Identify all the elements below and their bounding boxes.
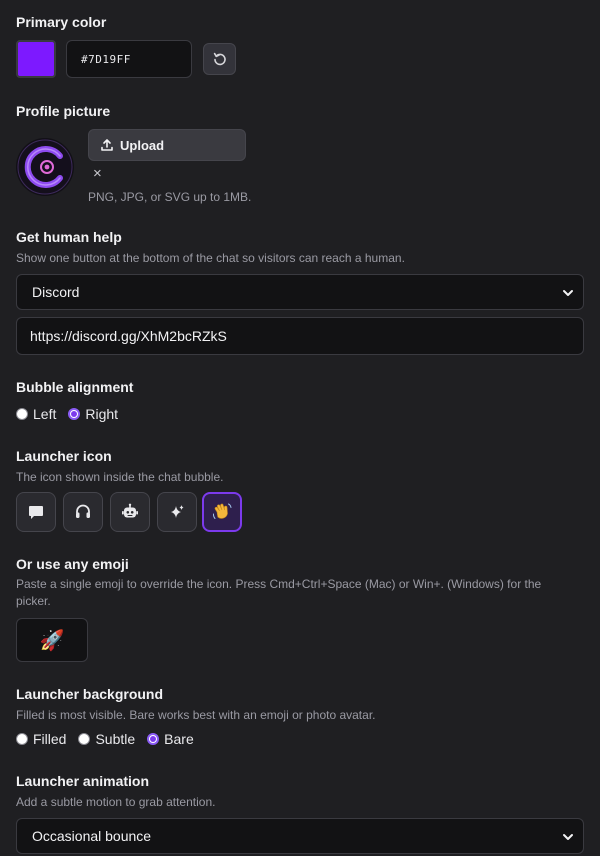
chat-bubble-icon [29,506,43,519]
launcher-icon-bot[interactable] [110,492,150,532]
remove-picture-button[interactable]: × [93,165,102,183]
launcher-background-label: Launcher background [16,686,164,702]
launcher-icon-chat[interactable] [16,492,56,532]
bubble-alignment-label: Bubble alignment [16,379,134,395]
upload-icon [101,139,113,151]
logo-icon [17,139,73,195]
sparkles-icon [171,505,184,518]
background-option-filled[interactable]: Filled [16,731,66,747]
launcher-background-options: Filled Subtle Bare [16,731,206,747]
radio-filled[interactable] [16,733,28,745]
radio-bare[interactable] [147,733,160,745]
launcher-animation-label: Launcher animation [16,773,150,789]
alignment-left-label: Left [33,406,57,422]
bubble-alignment-options: Left Right [16,406,130,422]
emoji-label: Or use any emoji [16,556,129,572]
launcher-animation-description: Add a subtle motion to grab attention. [16,795,216,809]
radio-subtle[interactable] [78,733,91,745]
background-option-subtle[interactable]: Subtle [78,731,135,747]
reset-color-button[interactable] [203,43,236,75]
alignment-option-left[interactable]: Left [16,406,56,422]
upload-hint: PNG, JPG, or SVG up to 1MB. [88,190,252,204]
help-url-input[interactable] [16,317,584,355]
color-swatch[interactable] [16,40,56,78]
launcher-icon-label: Launcher icon [16,448,112,464]
launcher-icon-sparkles[interactable] [157,492,197,532]
human-help-label: Get human help [16,229,122,245]
launcher-icon-headset[interactable] [63,492,103,532]
avatar [16,138,74,196]
help-channel-select[interactable]: Discord [16,274,584,310]
help-channel-value: Discord [32,284,80,300]
launcher-icon-description: The icon shown inside the chat bubble. [16,470,224,484]
human-help-description: Show one button at the bottom of the cha… [16,251,405,265]
alignment-right-label: Right [85,406,119,422]
launcher-background-description: Filled is most visible. Bare works best … [16,708,376,722]
background-bare-label: Bare [164,731,194,747]
profile-picture-label: Profile picture [16,103,111,119]
chevron-down-icon [563,290,573,296]
alignment-option-right[interactable]: Right [68,406,118,422]
undo-icon [213,52,226,66]
hex-color-input[interactable] [66,40,192,78]
background-filled-label: Filled [33,731,67,747]
waving-hand-icon [212,503,232,519]
radio-right[interactable] [68,408,81,420]
bot-icon [122,503,138,518]
animation-value: Occasional bounce [32,828,152,844]
emoji-input[interactable] [16,618,88,662]
launcher-icon-wave[interactable] [202,492,242,532]
background-option-bare[interactable]: Bare [147,731,194,747]
headset-icon [76,504,90,518]
primary-color-label: Primary color [16,14,107,30]
background-subtle-label: Subtle [95,731,136,747]
upload-button[interactable]: Upload [88,129,246,161]
upload-label: Upload [120,137,165,153]
animation-select[interactable]: Occasional bounce [16,818,584,854]
chevron-down-icon [563,834,573,840]
emoji-description: Paste a single emoji to override the ico… [16,577,542,608]
radio-left[interactable] [16,408,28,420]
